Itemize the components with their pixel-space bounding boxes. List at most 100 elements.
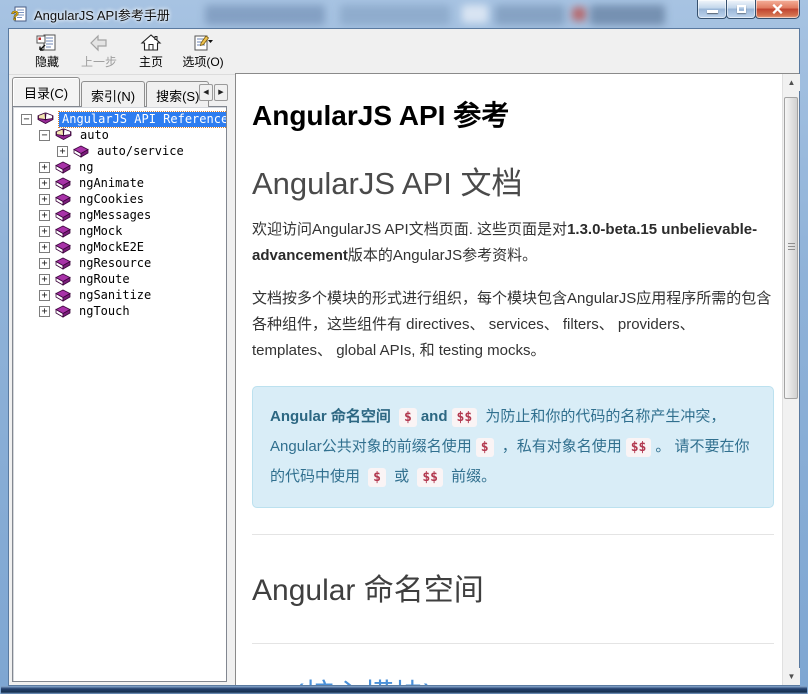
book-closed-icon	[55, 193, 71, 206]
main-area: 目录(C)索引(N)搜索(S) ◀ ▶ −AngularJS API Refer…	[9, 76, 799, 685]
code-double-dollar: $$	[452, 408, 478, 427]
ng-module-title[interactable]: ng (核心模块)	[252, 670, 774, 685]
tree-item-label[interactable]: auto/service	[94, 144, 187, 159]
collapse-icon[interactable]: −	[21, 114, 32, 125]
tree-item[interactable]: + ngTouch	[13, 303, 226, 319]
tree-item[interactable]: + ng	[13, 159, 226, 175]
organization-paragraph: 文档按多个模块的形式进行组织，每个模块包含AngularJS应用程序所需的包含各…	[252, 286, 774, 365]
book-closed-icon	[55, 241, 71, 254]
expand-icon[interactable]: +	[57, 146, 68, 157]
tab-index[interactable]: 索引(N)	[81, 81, 145, 107]
tree-item[interactable]: + ngMessages	[13, 207, 226, 223]
restore-button[interactable]	[726, 0, 756, 19]
home-button-label: 主页	[139, 53, 163, 70]
tree-item[interactable]: + ngMock	[13, 223, 226, 239]
book-closed-icon	[55, 209, 71, 222]
close-button[interactable]	[755, 0, 800, 19]
expand-icon[interactable]: +	[39, 194, 50, 205]
restore-icon	[737, 5, 746, 13]
back-button[interactable]: 上一步	[73, 32, 125, 71]
tree-item-label[interactable]: ngMock	[76, 224, 125, 239]
book-closed-icon	[55, 289, 71, 302]
expand-icon[interactable]: +	[39, 274, 50, 285]
book-open-icon	[37, 112, 54, 126]
expand-icon[interactable]: +	[39, 242, 50, 253]
tree-item-label[interactable]: ngResource	[76, 256, 154, 271]
tree-item[interactable]: + auto/service	[13, 143, 226, 159]
tab-scroll-left-icon[interactable]: ◀	[199, 84, 213, 101]
tree-item[interactable]: + ngRoute	[13, 271, 226, 287]
hide-button[interactable]: 隐藏	[21, 32, 73, 71]
tree-item-label[interactable]: ngAnimate	[76, 176, 147, 191]
namespace-section-title: Angular 命名空间	[252, 565, 774, 609]
expand-icon[interactable]: +	[39, 178, 50, 189]
note-and: and	[421, 408, 448, 425]
back-icon	[88, 33, 110, 53]
hide-icon	[36, 33, 58, 53]
content-scrollbar[interactable]: ▲ ▼	[782, 74, 799, 685]
book-closed-icon	[55, 177, 71, 190]
code-dollar: $	[476, 438, 494, 457]
hide-button-label: 隐藏	[35, 53, 59, 70]
code-double-dollar: $$	[417, 468, 443, 487]
home-button[interactable]: 主页	[125, 32, 177, 71]
scroll-up-icon[interactable]: ▲	[783, 74, 800, 91]
scroll-down-icon[interactable]: ▼	[783, 668, 800, 685]
namespace-note: Angular 命名空间 $and$$ 为防止和你的代码的名称产生冲突，Angu…	[252, 386, 774, 508]
expand-icon[interactable]: +	[39, 210, 50, 221]
minimize-button[interactable]	[697, 0, 727, 19]
book-closed-icon	[73, 145, 89, 158]
minimize-icon	[707, 10, 718, 13]
client-area: 隐藏 上一步 主页	[8, 28, 800, 686]
options-button[interactable]: 选项(O)	[177, 32, 229, 71]
expand-icon[interactable]: +	[39, 226, 50, 237]
help-viewer-window: ? AngularJS API参考手册	[0, 0, 808, 694]
expand-icon[interactable]: +	[39, 306, 50, 317]
tree-item-label[interactable]: auto	[77, 128, 112, 143]
scrollbar-thumb[interactable]	[784, 97, 798, 399]
doc-title: AngularJS API 文档	[252, 158, 774, 203]
window-bottom-frame	[1, 686, 807, 694]
tree-item-label[interactable]: ngMockE2E	[76, 240, 147, 255]
chm-help-icon: ?	[11, 6, 27, 22]
navigation-pane: 目录(C)索引(N)搜索(S) ◀ ▶ −AngularJS API Refer…	[9, 76, 230, 685]
toolbar: 隐藏 上一步 主页	[9, 29, 799, 75]
tree-item[interactable]: − AngularJS API Reference	[13, 111, 226, 127]
window-title: AngularJS API参考手册	[34, 5, 170, 24]
tree-item-label[interactable]: AngularJS API Reference	[59, 112, 227, 127]
book-closed-icon	[55, 161, 71, 174]
home-icon	[140, 33, 162, 53]
tree-item[interactable]: + ngCookies	[13, 191, 226, 207]
book-open-icon	[55, 128, 72, 142]
tree-item-label[interactable]: ngSanitize	[76, 288, 154, 303]
intro-paragraph: 欢迎访问AngularJS API文档页面. 这些页面是对1.3.0-beta.…	[252, 217, 774, 270]
tree-item-label[interactable]: ngRoute	[76, 272, 133, 287]
tree-item[interactable]: + ngSanitize	[13, 287, 226, 303]
tree-item-label[interactable]: ngMessages	[76, 208, 154, 223]
book-closed-icon	[55, 273, 71, 286]
collapse-icon[interactable]: −	[39, 130, 50, 141]
note-lead: Angular 命名空间	[270, 408, 391, 425]
tab-contents[interactable]: 目录(C)	[12, 77, 80, 106]
page-title: AngularJS API 参考	[252, 94, 774, 134]
note-text: ，私有对象名使用	[498, 438, 622, 455]
tree-item[interactable]: + ngMockE2E	[13, 239, 226, 255]
intro-text-post: 版本的AngularJS参考资料。	[348, 247, 537, 264]
titlebar[interactable]: ? AngularJS API参考手册	[0, 0, 808, 28]
tree-item[interactable]: + ngResource	[13, 255, 226, 271]
tree-item[interactable]: − auto	[13, 127, 226, 143]
code-dollar: $	[368, 468, 386, 487]
topic-pane: AngularJS API 参考 AngularJS API 文档 欢迎访问An…	[235, 73, 799, 685]
tree-item-label[interactable]: ngTouch	[76, 304, 133, 319]
tab-scroll-right-icon[interactable]: ▶	[214, 84, 228, 101]
tree-item-label[interactable]: ngCookies	[76, 192, 147, 207]
options-button-label: 选项(O)	[182, 53, 223, 70]
book-closed-icon	[55, 305, 71, 318]
tree-item[interactable]: + ngAnimate	[13, 175, 226, 191]
expand-icon[interactable]: +	[39, 258, 50, 269]
nav-tabs: 目录(C)索引(N)搜索(S) ◀ ▶	[9, 76, 230, 103]
expand-icon[interactable]: +	[39, 162, 50, 173]
expand-icon[interactable]: +	[39, 290, 50, 301]
close-icon	[756, 0, 799, 18]
tree-item-label[interactable]: ng	[76, 160, 96, 175]
